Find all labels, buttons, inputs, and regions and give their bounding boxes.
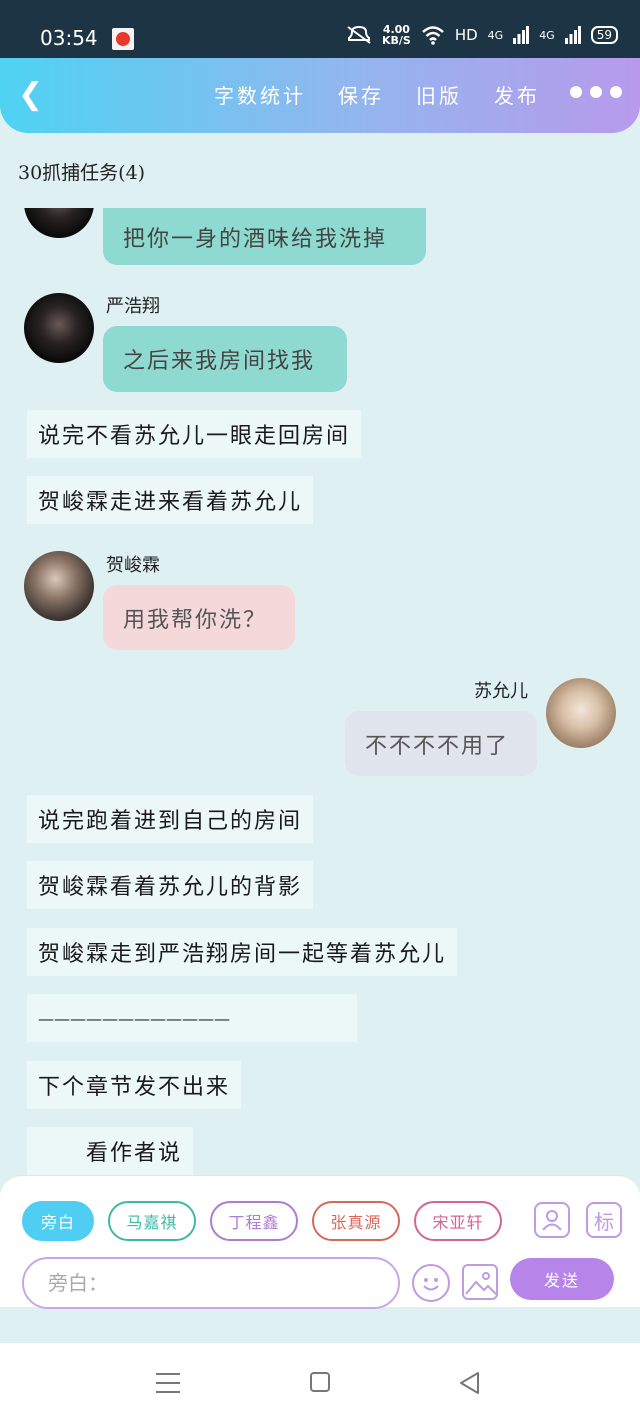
role-chip-ding-chengxin[interactable]: 丁程鑫 (210, 1201, 298, 1241)
more-dot (610, 86, 622, 98)
role-chip-narrator[interactable]: 旁白 (22, 1201, 94, 1241)
speaker-name: 严浩翔 (106, 296, 160, 317)
role-chip-ma-jiaqi[interactable]: 马嘉祺 (108, 1201, 196, 1241)
image-button[interactable] (462, 1264, 498, 1300)
header-actions: 字数统计 保存 旧版 发布 (214, 80, 540, 109)
role-chip-song-yaxuan[interactable]: 宋亚轩 (414, 1201, 502, 1241)
signal-4g-label-2: 4G (539, 28, 555, 42)
role-chip-zhang-zhenyuan[interactable]: 张真源 (312, 1201, 400, 1241)
battery-indicator: 59 (590, 26, 618, 44)
mark-icon: 标 (594, 1209, 614, 1234)
chat-area[interactable]: 把你一身的酒味给我洗掉 严浩翔 之后来我房间找我 说完不看苏允儿一眼走回房间 贺… (0, 208, 640, 1176)
word-count-button[interactable]: 字数统计 (214, 80, 306, 109)
network-speed: 4.00 KB/S (382, 24, 411, 46)
chevron-left-icon: ❮ (18, 77, 44, 112)
old-version-button[interactable]: 旧版 (416, 80, 462, 109)
status-time: 03:54 (40, 26, 98, 50)
save-button[interactable]: 保存 (338, 80, 384, 109)
speaker-name: 苏允儿 (474, 681, 528, 702)
back-triangle-icon[interactable] (458, 1371, 482, 1395)
message-bubble[interactable]: 之后来我房间找我 (103, 326, 347, 392)
avatar[interactable] (24, 208, 94, 238)
speaker-name: 贺峻霖 (106, 555, 160, 576)
avatar[interactable] (546, 678, 616, 748)
message-bubble[interactable]: 不不不不用了 (345, 711, 537, 776)
more-dot (590, 86, 602, 98)
home-square-icon[interactable] (310, 1372, 330, 1392)
more-button[interactable] (570, 86, 622, 98)
back-button[interactable]: ❮ (18, 78, 50, 112)
status-indicators: 4.00 KB/S HD 4G 4G 59 (346, 24, 618, 46)
avatar[interactable] (24, 551, 94, 621)
avatar[interactable] (24, 293, 94, 363)
publish-button[interactable]: 发布 (494, 80, 540, 109)
menu-icon[interactable] (156, 1373, 180, 1393)
image-icon (465, 1272, 496, 1295)
status-bar: 03:54 4.00 KB/S HD 4G 4G 59 (0, 0, 640, 58)
system-nav-bar (0, 1343, 640, 1422)
narration-line[interactable]: 看作者说 (27, 1127, 194, 1175)
narration-line[interactable]: 说完不看苏允儿一眼走回房间 (27, 410, 362, 458)
chapter-title: 30抓捕任务(4) (18, 162, 146, 184)
notification-app-icon (112, 28, 134, 50)
mute-icon (347, 25, 371, 44)
editor-header: ❮ 字数统计 保存 旧版 发布 (0, 58, 640, 133)
narration-divider-line[interactable]: ———————————— (27, 994, 357, 1042)
narration-line[interactable]: 贺峻霖走到严浩翔房间一起等着苏允儿 (27, 928, 458, 976)
signal-bars-icon (513, 26, 530, 44)
narration-line[interactable]: 下个章节发不出来 (27, 1061, 242, 1109)
narration-line[interactable]: 贺峻霖走进来看着苏允儿 (27, 476, 314, 524)
emoji-button[interactable] (412, 1264, 450, 1302)
smiley-icon (423, 1278, 439, 1291)
person-card-icon (542, 1210, 562, 1231)
narration-line[interactable]: 贺峻霖看着苏允儿的背影 (27, 861, 314, 909)
network-speed-unit: KB/S (381, 34, 411, 47)
signal-bars-icon-2 (564, 26, 581, 44)
wifi-icon (421, 26, 444, 45)
more-dots-icon (570, 86, 582, 98)
role-chips: 旁白 马嘉祺 丁程鑫 张真源 宋亚轩 (22, 1201, 502, 1241)
signal-4g-label-1: 4G (487, 28, 504, 42)
hd-indicator: HD (454, 26, 478, 44)
message-bubble[interactable]: 用我帮你洗？ (103, 585, 295, 650)
message-input[interactable] (22, 1257, 400, 1309)
message-bubble[interactable]: 把你一身的酒味给我洗掉 (103, 208, 426, 265)
send-button[interactable]: 发送 (510, 1258, 614, 1300)
role-manager-button[interactable] (534, 1202, 570, 1238)
narration-line[interactable]: 说完跑着进到自己的房间 (27, 795, 314, 843)
input-panel: 旁白 马嘉祺 丁程鑫 张真源 宋亚轩 标 发送 (0, 1175, 640, 1309)
mark-button[interactable]: 标 (586, 1202, 622, 1238)
